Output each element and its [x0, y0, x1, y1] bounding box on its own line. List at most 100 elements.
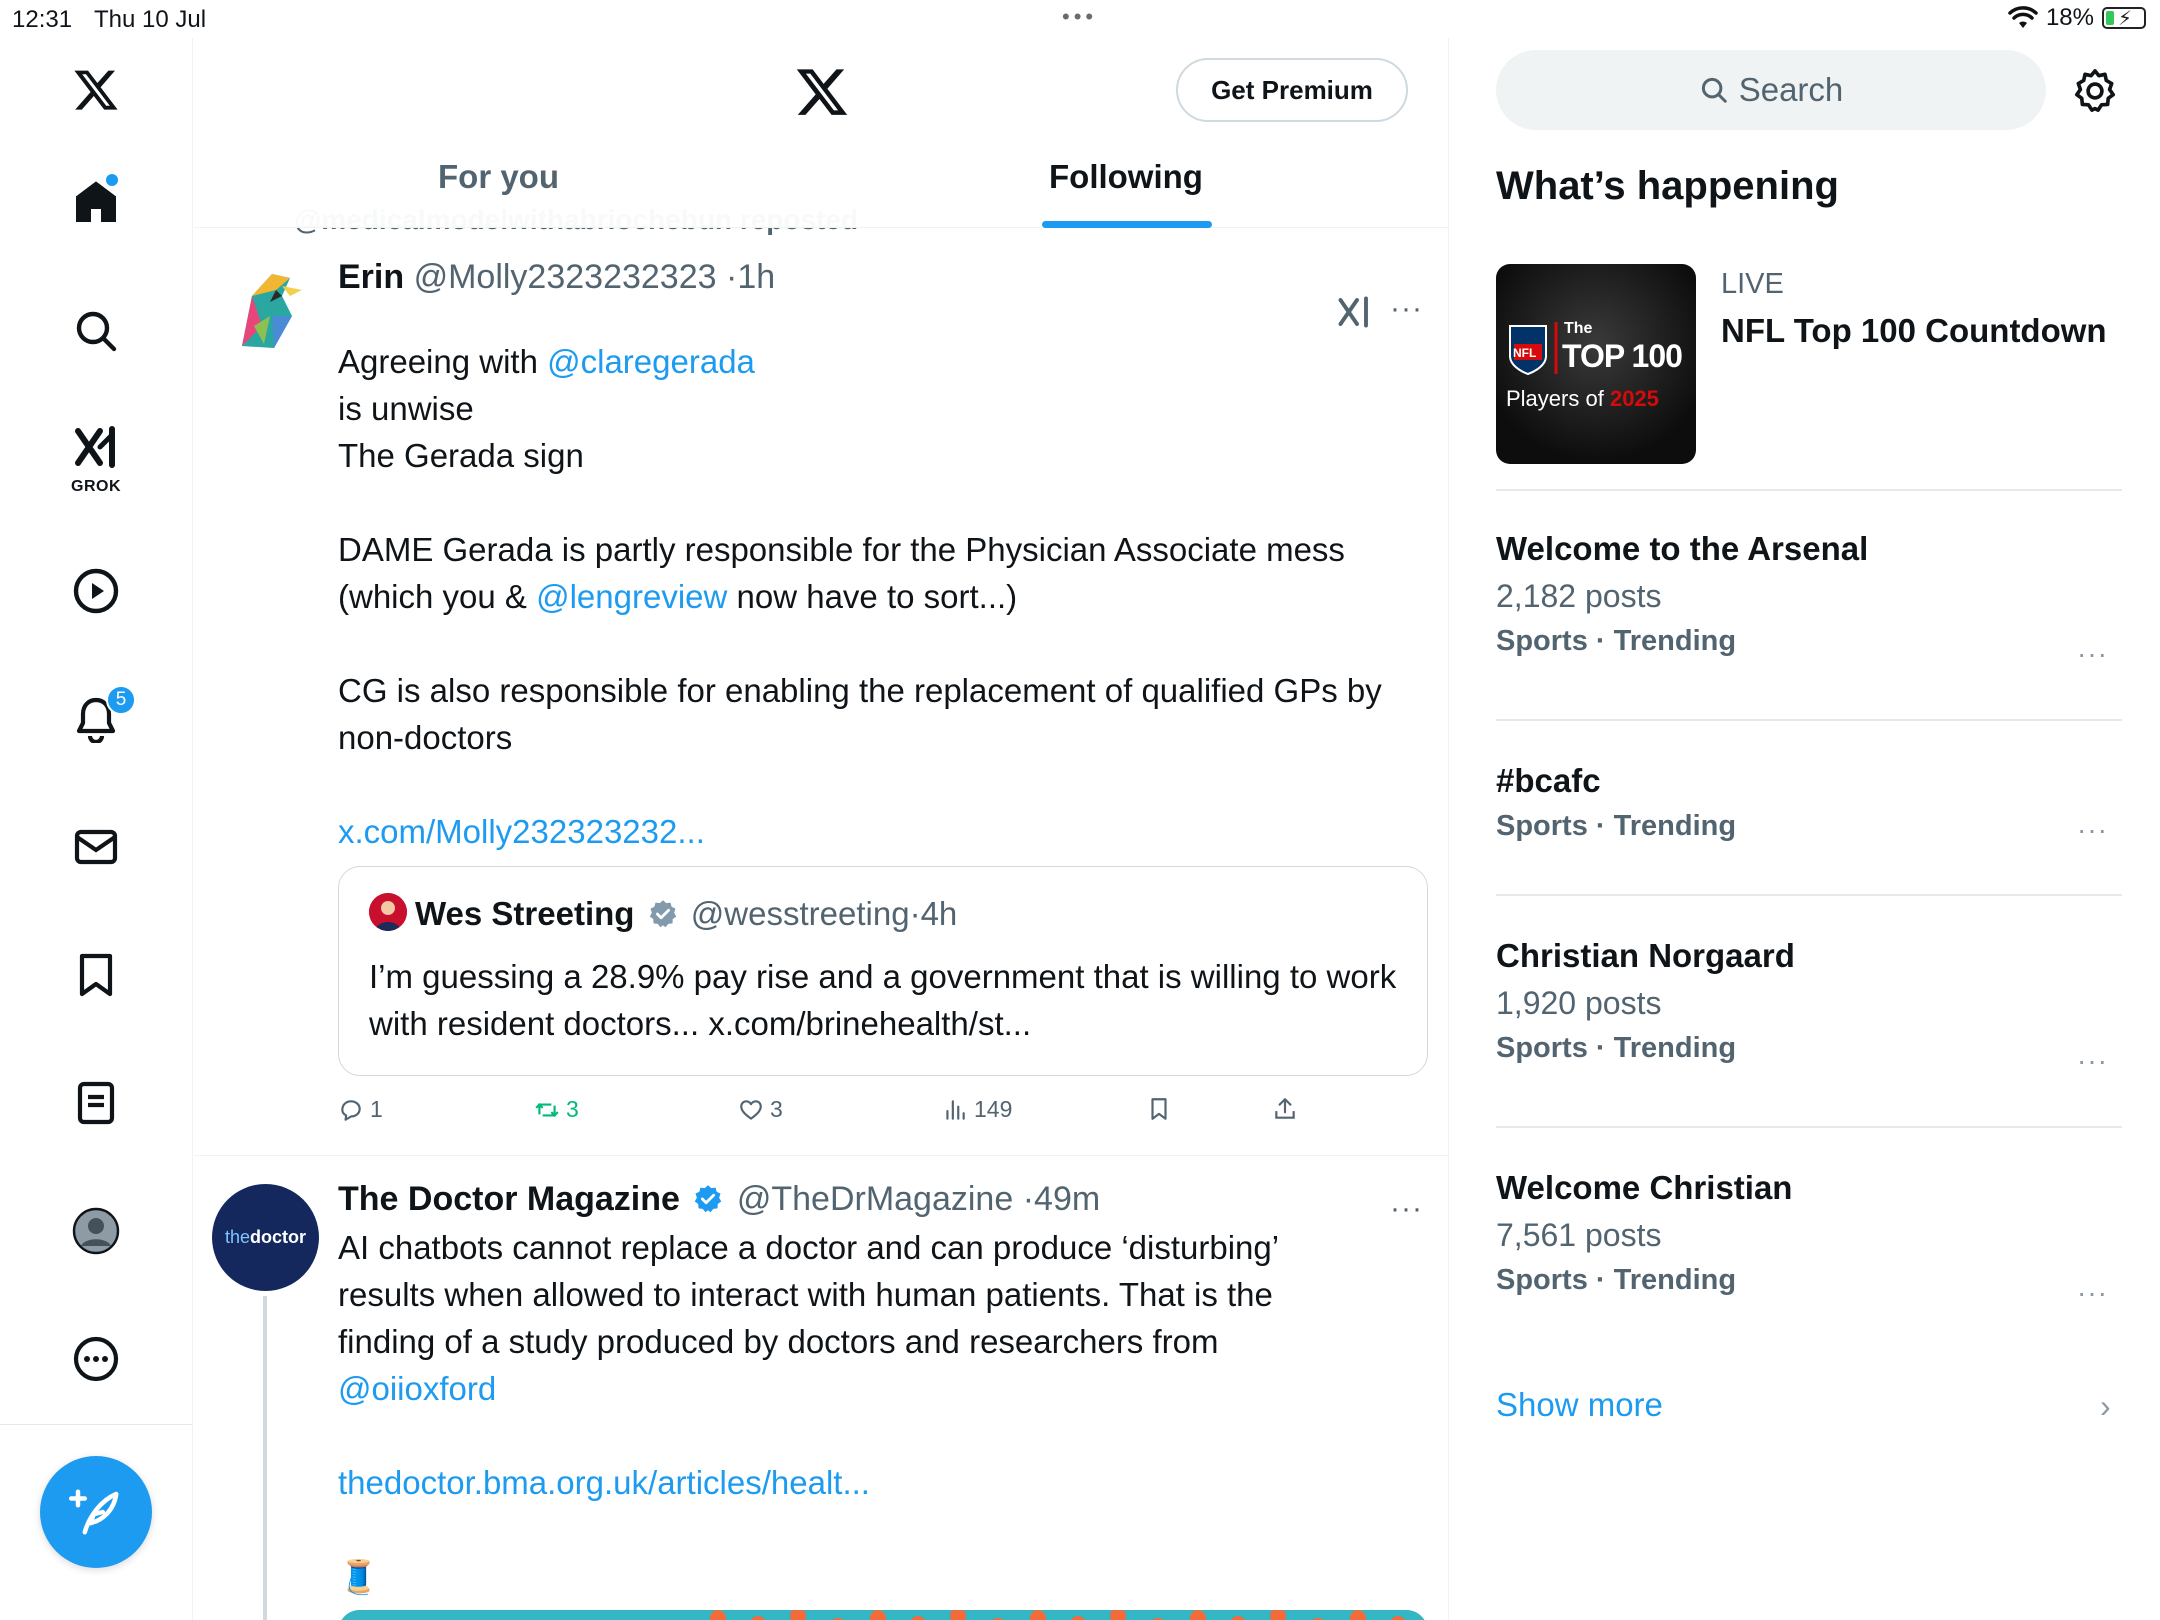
search-input[interactable]: Search	[1496, 50, 2046, 130]
trend-item[interactable]: Welcome to the Arsenal 2,182 posts Sport…	[1496, 530, 2122, 669]
thread-line	[263, 1296, 267, 1620]
trend-more-options-icon[interactable]: ···	[2077, 638, 2108, 670]
reply-icon	[341, 1099, 361, 1121]
active-tab-indicator	[1042, 221, 1212, 228]
like-count: 3	[770, 1096, 783, 1122]
live-event-title: NFL Top 100 Countdown	[1721, 312, 2107, 349]
quoted-tweet[interactable]: Wes Streeting @wesstreeting·4h I’m guess…	[338, 866, 1428, 1076]
live-event-card[interactable]: NFL The TOP 100 Players of 2025 LIVE NFL…	[1496, 264, 2126, 466]
trend-more-options-icon[interactable]: ···	[2077, 814, 2108, 846]
trend-more-options-icon[interactable]: ···	[2077, 1277, 2108, 1309]
trend-title: Christian Norgaard	[1496, 937, 1795, 974]
play-circle-icon	[73, 568, 119, 614]
tweet-url-link[interactable]: thedoctor.bma.org.uk/articles/healt...	[338, 1459, 1338, 1506]
thumb-players-text: Players of	[1506, 386, 1604, 411]
multitasking-dots-icon[interactable]: •••	[1062, 4, 1097, 30]
whats-happening-title: What’s happening	[1496, 164, 1839, 208]
nav-notifications[interactable]: 5	[56, 679, 136, 759]
compose-post-button[interactable]	[40, 1456, 152, 1568]
tab-following[interactable]: Following	[1049, 158, 1203, 196]
trend-item[interactable]: Welcome Christian 7,561 posts Sports · T…	[1496, 1169, 2122, 1308]
avatar[interactable]: thedoctor thedoctor	[212, 1184, 319, 1291]
author-handle[interactable]: @TheDrMagazine	[737, 1180, 1013, 1218]
quoted-author-avatar	[369, 893, 407, 931]
eagle-avatar-image	[212, 256, 319, 363]
bookmark-button[interactable]	[1146, 1096, 1172, 1122]
x-logo-icon[interactable]	[56, 50, 136, 130]
avatar[interactable]	[212, 256, 319, 363]
repost-button[interactable]: 3	[534, 1096, 579, 1123]
trend-divider	[1496, 1126, 2122, 1128]
more-options-icon[interactable]: ···	[1390, 1192, 1423, 1226]
trend-divider	[1496, 719, 2122, 721]
nav-bookmarks[interactable]	[56, 935, 136, 1015]
get-premium-button[interactable]: Get Premium	[1176, 58, 1408, 122]
quoted-author-handle: @wesstreeting	[690, 895, 910, 932]
trend-more-options-icon[interactable]: ···	[2077, 1045, 2108, 1077]
profile-avatar-icon	[72, 1207, 120, 1255]
post-time[interactable]: 49m	[1034, 1180, 1100, 1218]
notification-count-badge: 5	[106, 685, 136, 715]
gear-icon[interactable]	[2072, 68, 2118, 114]
tweet-text-part: now have to sort...)	[727, 578, 1018, 615]
nav-more[interactable]	[56, 1319, 136, 1399]
share-icon	[1275, 1098, 1295, 1119]
nav-lists[interactable]	[56, 1063, 136, 1143]
tweet-actions: 1 3 3 149	[338, 1096, 1388, 1136]
dot-separator: ·	[1022, 1180, 1035, 1218]
nav-grok[interactable]: GROK	[56, 418, 136, 498]
show-more-link[interactable]: Show more	[1496, 1386, 1663, 1424]
verified-grey-badge-icon	[649, 900, 676, 928]
nav-home[interactable]	[56, 162, 136, 242]
trend-item[interactable]: #bcafc Sports · Trending ···	[1496, 762, 2122, 846]
mail-icon	[74, 829, 118, 865]
nav-video[interactable]	[56, 551, 136, 631]
tweet-text-part: (which you &	[338, 578, 537, 615]
mention-link[interactable]: @claregerada	[547, 343, 755, 380]
share-button[interactable]	[1272, 1096, 1298, 1122]
tweet-thedoctor[interactable]: thedoctor thedoctor The Doctor Magazine …	[194, 1156, 1448, 1620]
home-unread-dot	[106, 174, 118, 186]
tab-for-you[interactable]: For you	[438, 158, 559, 196]
timeline-header: Get Premium For you Following	[194, 38, 1448, 228]
search-icon	[1701, 77, 1727, 103]
nav-messages[interactable]	[56, 807, 136, 887]
tweet-text: Agreeing with @claregerada is unwise The…	[338, 338, 1428, 855]
author-name[interactable]: Erin	[338, 258, 404, 296]
nav-profile[interactable]	[56, 1191, 136, 1271]
right-sidebar: Search What’s happening NFL The TOP 100 …	[1450, 38, 2160, 1620]
nav-explore[interactable]	[56, 291, 136, 371]
quoted-post-time: 4h	[920, 895, 958, 932]
view-count: 149	[974, 1096, 1013, 1122]
tweet-media-image[interactable]	[338, 1610, 1428, 1620]
more-options-icon[interactable]: ···	[1390, 292, 1423, 326]
dot-separator: ·	[909, 895, 921, 932]
mention-link[interactable]: @lengreview	[536, 578, 727, 615]
author-handle[interactable]: @Molly2323232323	[414, 258, 717, 296]
wifi-icon	[2008, 6, 2038, 28]
reply-button[interactable]: 1	[338, 1096, 383, 1123]
tweet-url-link[interactable]: x.com/Molly232323232...	[338, 808, 1428, 855]
author-name[interactable]: The Doctor Magazine	[338, 1180, 680, 1218]
status-bar: 12:31 Thu 10 Jul ••• 18% ⚡	[0, 0, 2160, 38]
trend-item[interactable]: Christian Norgaard 1,920 posts Sports · …	[1496, 937, 2122, 1076]
like-button[interactable]: 3	[738, 1096, 783, 1123]
tweet-erin[interactable]: Erin @Molly2323232323 ·1h ··· Agreeing w…	[194, 248, 1448, 1158]
trend-post-count: 7,561 posts	[1496, 1217, 1662, 1253]
grok-label: GROK	[71, 478, 121, 495]
tweet-text-part: Agreeing with	[338, 343, 548, 380]
post-time[interactable]: 1h	[737, 258, 775, 296]
mention-link[interactable]: @oiioxford	[338, 1365, 1338, 1412]
tweet-text-line: is unwise	[338, 390, 474, 427]
tweet-text-line: The Gerada sign	[338, 437, 584, 474]
reply-count: 1	[370, 1096, 383, 1122]
nfl-shield-text: NFL	[1513, 346, 1537, 360]
trend-post-count: 2,182 posts	[1496, 578, 1662, 614]
repost-icon	[535, 1102, 559, 1117]
views-button[interactable]: 149	[942, 1096, 1012, 1123]
trend-category: Sports · Trending	[1496, 810, 1737, 842]
grok-explain-icon[interactable]	[1336, 294, 1372, 330]
more-circle-icon	[73, 1336, 119, 1382]
dot-separator: ·	[725, 258, 738, 296]
x-logo-icon[interactable]	[794, 64, 850, 120]
